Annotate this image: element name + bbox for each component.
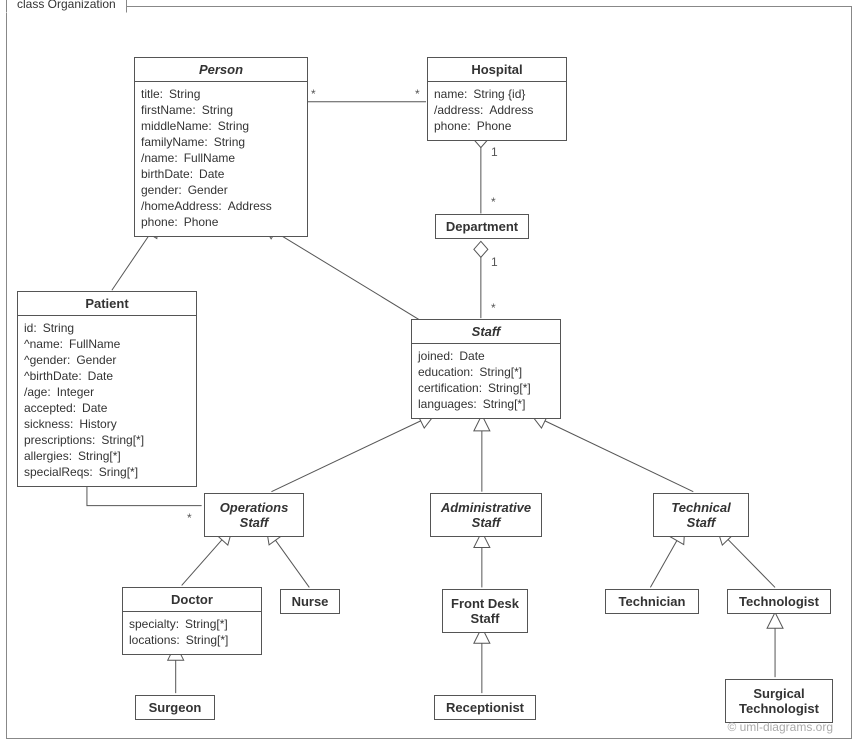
class-staff: Staff joined:Date education:String[*] ce…	[411, 319, 561, 419]
diagram-frame: class Organization	[6, 6, 852, 739]
class-attrs: joined:Date education:String[*] certific…	[412, 344, 560, 418]
frame-label: class Organization	[6, 0, 127, 13]
mult-ops-side: *	[187, 511, 192, 525]
class-title: Surgeon	[136, 696, 214, 719]
class-attrs: specialty:String[*] locations:String[*]	[123, 612, 261, 654]
class-frontdesk: Front Desk Staff	[442, 589, 528, 633]
agg-department-staff	[474, 241, 488, 318]
mult-dept-one: 1	[491, 255, 498, 269]
class-opstaff: Operations Staff	[204, 493, 304, 537]
class-adminstaff: Administrative Staff	[430, 493, 542, 537]
class-surgtech: Surgical Technologist	[725, 679, 833, 723]
class-title: Staff	[412, 320, 560, 344]
mult-person-side: *	[311, 87, 316, 101]
class-doctor: Doctor specialty:String[*] locations:Str…	[122, 587, 262, 655]
class-title: Doctor	[123, 588, 261, 612]
class-title: Receptionist	[435, 696, 535, 719]
gen-techstaff-staff	[527, 407, 693, 492]
frame-title: class Organization	[17, 0, 116, 11]
class-hospital: Hospital name:String {id} /address:Addre…	[427, 57, 567, 141]
class-attrs: title:String firstName:String middleName…	[135, 82, 307, 236]
class-technologist: Technologist	[727, 589, 831, 614]
class-title: Technician	[606, 590, 698, 613]
diagram-canvas: class Organization	[0, 0, 860, 747]
class-title: Hospital	[428, 58, 566, 82]
class-title: Technologist	[728, 590, 830, 613]
class-techstaff: Technical Staff	[653, 493, 749, 537]
gen-opstaff-staff	[271, 407, 438, 492]
mult-hospital-side: *	[415, 87, 420, 101]
class-attrs: name:String {id} /address:Address phone:…	[428, 82, 566, 140]
class-title: Patient	[18, 292, 196, 316]
class-title: Operations Staff	[205, 494, 303, 536]
watermark: © uml-diagrams.org	[727, 720, 833, 734]
class-technician: Technician	[605, 589, 699, 614]
gen-receptionist-frontdesk	[474, 627, 490, 693]
class-patient: Patient id:String ^name:FullName ^gender…	[17, 291, 197, 487]
class-title: Administrative Staff	[431, 494, 541, 536]
class-nurse: Nurse	[280, 589, 340, 614]
mult-hosp-many: *	[491, 195, 496, 209]
class-title: Technical Staff	[654, 494, 748, 536]
agg-hospital-department	[474, 132, 488, 214]
class-receptionist: Receptionist	[434, 695, 536, 720]
class-surgeon: Surgeon	[135, 695, 215, 720]
class-title: Surgical Technologist	[726, 680, 832, 722]
gen-surgtech-technologist	[767, 612, 783, 677]
mult-dept-many: *	[491, 301, 496, 315]
mult-hosp-one: 1	[491, 145, 498, 159]
class-department: Department	[435, 214, 529, 239]
class-title: Department	[436, 215, 528, 238]
class-person: Person title:String firstName:String mid…	[134, 57, 308, 237]
gen-adminstaff-staff	[474, 415, 490, 492]
class-attrs: id:String ^name:FullName ^gender:Gender …	[18, 316, 196, 486]
class-title: Front Desk Staff	[443, 590, 527, 632]
class-title: Person	[135, 58, 307, 82]
gen-frontdesk-adminstaff	[474, 532, 490, 588]
class-title: Nurse	[281, 590, 339, 613]
